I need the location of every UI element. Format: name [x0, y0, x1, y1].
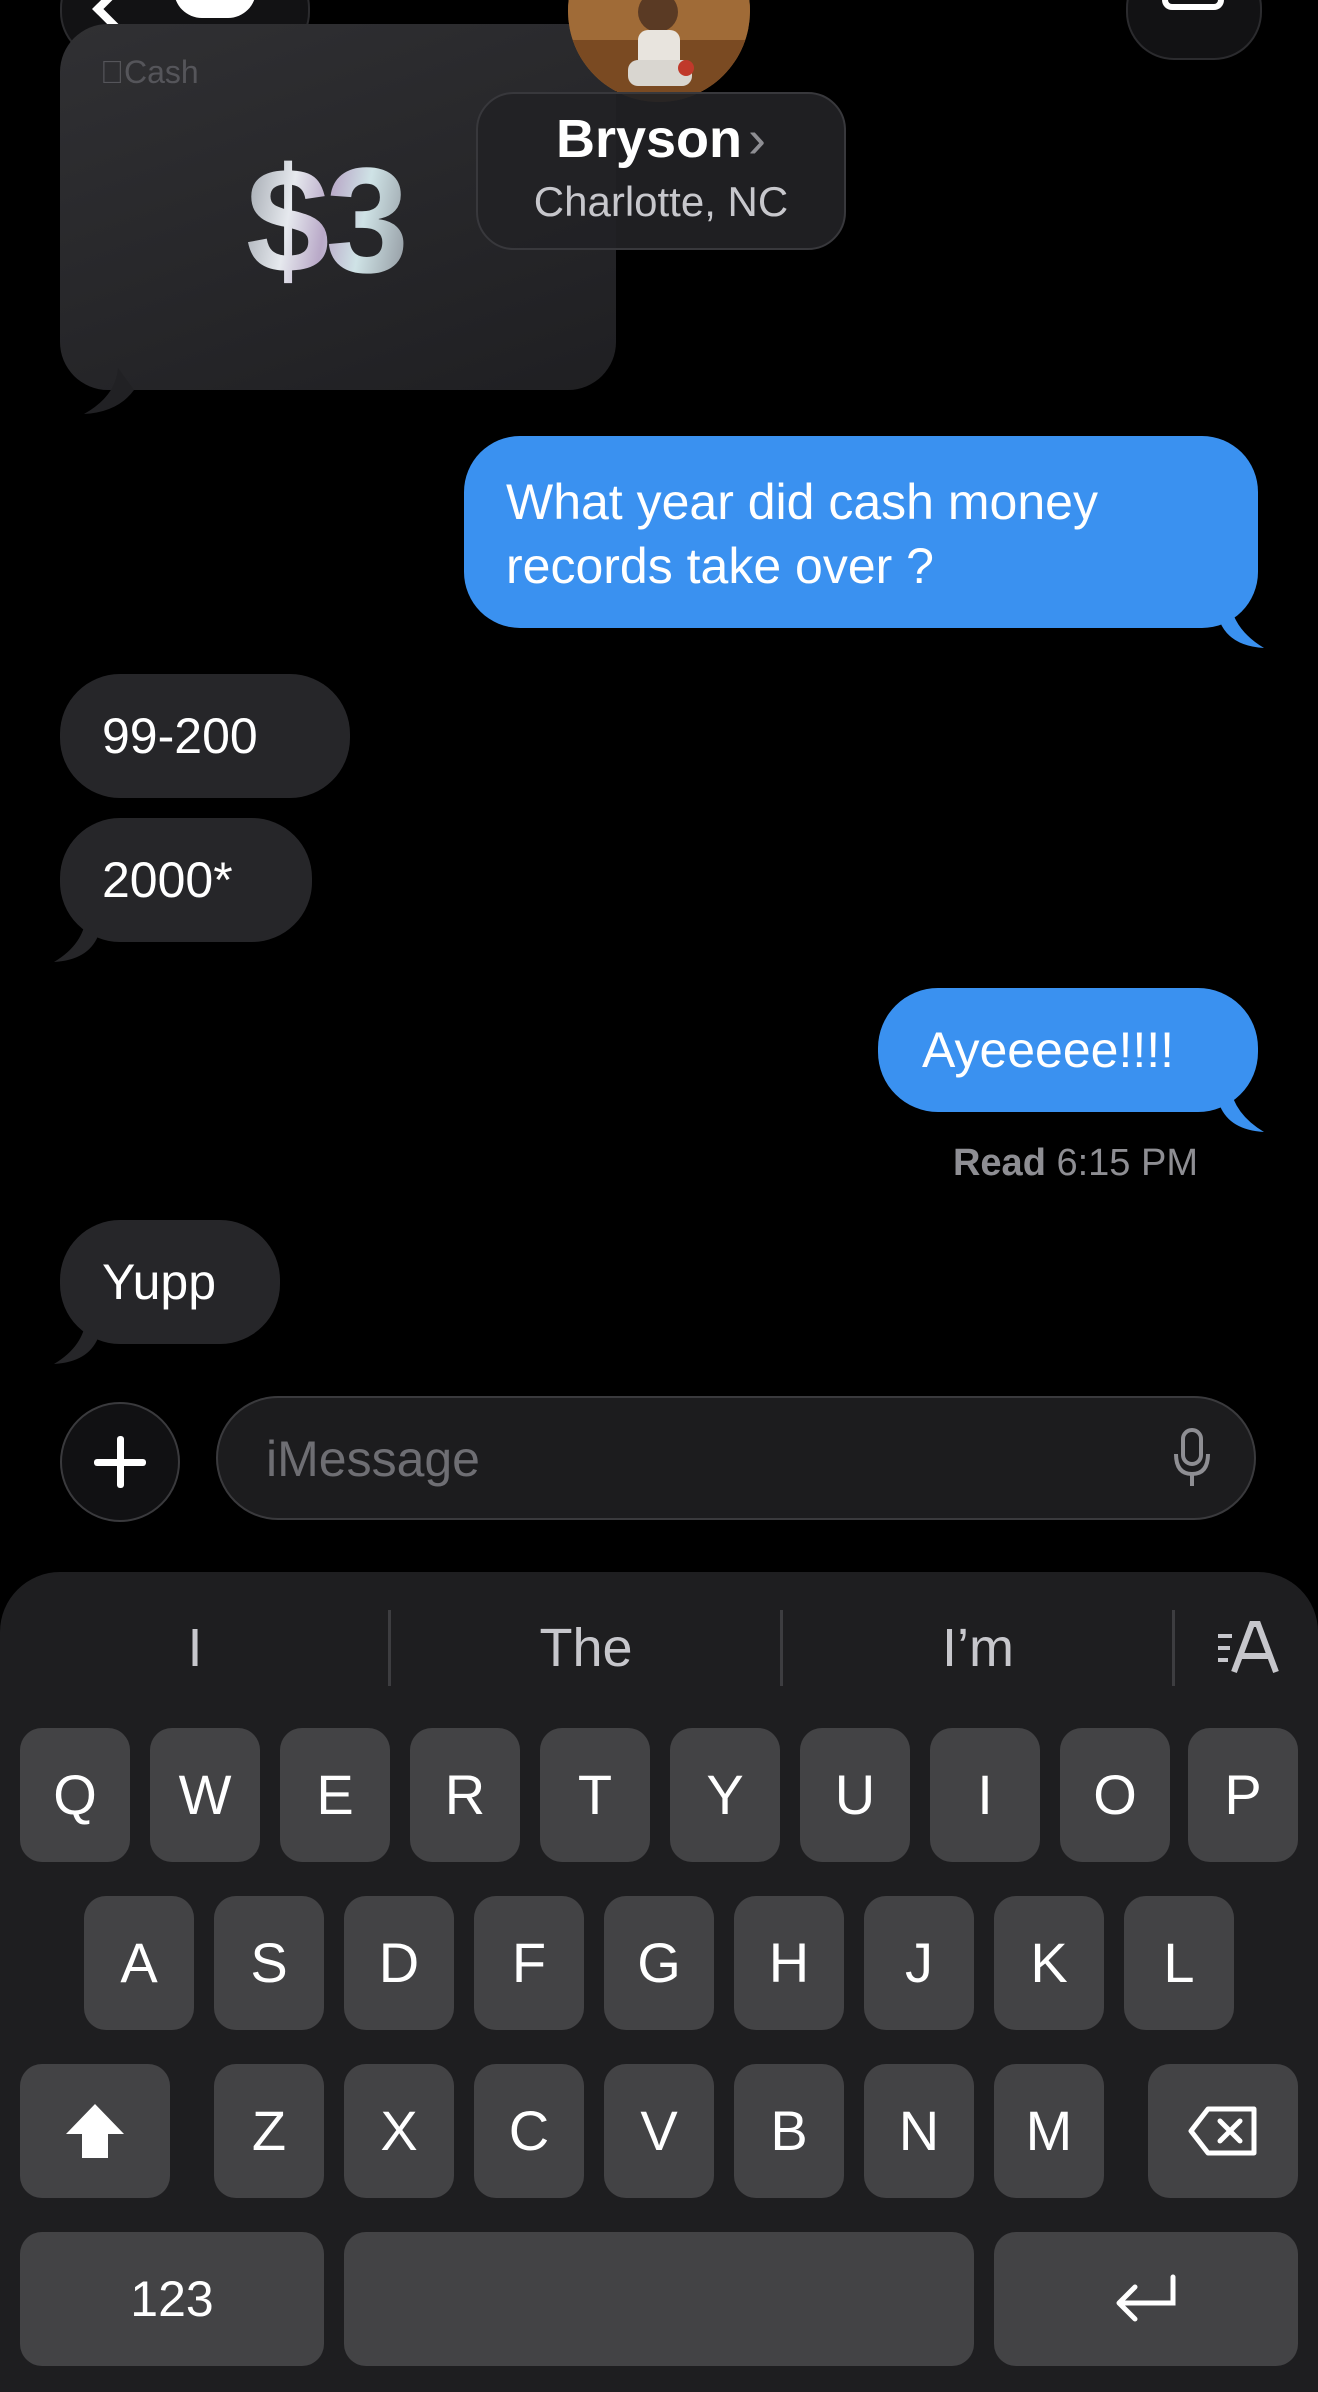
- message-input-field[interactable]: [216, 1396, 1256, 1520]
- key-t[interactable]: T: [540, 1728, 650, 1862]
- key-y[interactable]: Y: [670, 1728, 780, 1862]
- text-format-icon[interactable]: [1214, 1616, 1280, 1680]
- key-f[interactable]: F: [474, 1896, 584, 2030]
- key-w[interactable]: W: [150, 1728, 260, 1862]
- shift-key[interactable]: [20, 2064, 170, 2198]
- return-arrow-icon: [1116, 2274, 1176, 2322]
- bubble-tail: [1220, 1086, 1264, 1132]
- keyboard: I The I’m Q W E R T Y U I O P A S D F G …: [0, 1572, 1318, 2392]
- cash-amount: $3: [246, 134, 409, 307]
- read-time: 6:15 PM: [1056, 1142, 1198, 1184]
- key-k[interactable]: K: [994, 1896, 1104, 2030]
- apple-cash-label: Cash: [100, 54, 199, 90]
- contact-location: Charlotte, NC: [533, 178, 789, 225]
- key-q[interactable]: Q: [20, 1728, 130, 1862]
- message-text: Ayeeeee!!!!: [922, 1022, 1175, 1078]
- key-a[interactable]: A: [84, 1896, 194, 2030]
- bubble-tail: [1220, 602, 1264, 648]
- key-v[interactable]: V: [604, 2064, 714, 2198]
- key-d[interactable]: D: [344, 1896, 454, 2030]
- key-o[interactable]: O: [1060, 1728, 1170, 1862]
- message-text: 2000*: [102, 852, 233, 908]
- suggestion-1[interactable]: I: [0, 1612, 390, 1684]
- key-r[interactable]: R: [410, 1728, 520, 1862]
- backspace-icon: [1188, 2106, 1257, 2156]
- contact-header[interactable]: Bryson › Charlotte, NC: [476, 92, 846, 250]
- key-e[interactable]: E: [280, 1728, 390, 1862]
- message-input[interactable]: [264, 1398, 1168, 1520]
- message-bubble-sent[interactable]: What year did cash money records take ov…: [464, 436, 1264, 648]
- read-receipt: Read 6:15 PM: [953, 1142, 1198, 1185]
- microphone-icon[interactable]: [1172, 1428, 1212, 1490]
- message-bubble-received[interactable]: 2000*: [54, 818, 312, 962]
- video-camera-icon: [1162, 0, 1224, 10]
- facetime-video-button[interactable]: [1126, 0, 1262, 60]
- bubble-tail: [84, 368, 134, 414]
- key-c[interactable]: C: [474, 2064, 584, 2198]
- chevron-right-icon: ›: [748, 109, 767, 169]
- delete-key[interactable]: [1148, 2064, 1298, 2198]
- key-z[interactable]: Z: [214, 2064, 324, 2198]
- key-h[interactable]: H: [734, 1896, 844, 2030]
- key-j[interactable]: J: [864, 1896, 974, 2030]
- bubble-tail: [54, 916, 98, 962]
- read-status: Read: [952, 1142, 1046, 1184]
- key-x[interactable]: X: [344, 2064, 454, 2198]
- contact-name: Bryson ›: [555, 109, 767, 169]
- message-text: 99-200: [102, 708, 258, 764]
- key-n[interactable]: N: [864, 2064, 974, 2198]
- key-l[interactable]: L: [1124, 1896, 1234, 2030]
- shift-arrow-icon: [66, 2104, 124, 2158]
- key-g[interactable]: G: [604, 1896, 714, 2030]
- key-i[interactable]: I: [930, 1728, 1040, 1862]
- unread-count-badge: 14: [174, 0, 256, 18]
- message-text: What year did cash money records take ov…: [506, 474, 1098, 594]
- suggestion-2[interactable]: The: [391, 1612, 781, 1684]
- key-s[interactable]: S: [214, 1896, 324, 2030]
- apps-plus-button[interactable]: [60, 1402, 180, 1522]
- plus-icon-stroke: [117, 1436, 124, 1488]
- message-bubble-received[interactable]: Yupp: [54, 1220, 280, 1364]
- suggestion-3[interactable]: I’m: [783, 1612, 1173, 1684]
- message-bubble-received[interactable]: 99-200: [60, 674, 350, 798]
- message-text: Yupp: [102, 1254, 217, 1310]
- suggestion-divider: [1172, 1610, 1175, 1686]
- key-b[interactable]: B: [734, 2064, 844, 2198]
- message-bubble-sent[interactable]: Ayeeeee!!!!: [878, 988, 1264, 1132]
- key-m[interactable]: M: [994, 2064, 1104, 2198]
- key-u[interactable]: U: [800, 1728, 910, 1862]
- key-p[interactable]: P: [1188, 1728, 1298, 1862]
- bubble-tail: [54, 1318, 98, 1364]
